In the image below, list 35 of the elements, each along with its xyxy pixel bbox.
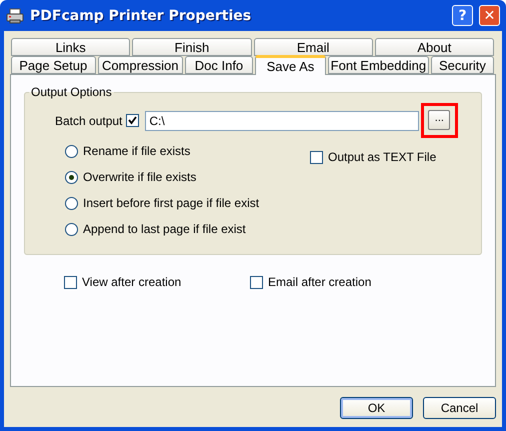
batch-output-checkbox[interactable] bbox=[126, 114, 140, 127]
radio-button[interactable] bbox=[65, 196, 78, 210]
output-path-field[interactable]: C:\ bbox=[145, 110, 420, 130]
ok-button[interactable]: OK bbox=[340, 397, 413, 419]
radio-button[interactable] bbox=[65, 170, 78, 184]
checkbox-label: View after creation bbox=[82, 275, 182, 289]
checkbox[interactable] bbox=[250, 276, 263, 288]
radio-button[interactable] bbox=[65, 222, 78, 236]
tab[interactable]: Security bbox=[430, 56, 494, 74]
printer-icon bbox=[6, 8, 24, 24]
tab[interactable]: Links bbox=[11, 38, 130, 56]
browse-button[interactable]: ... bbox=[428, 110, 450, 130]
radio-label: Insert before first page if file exist bbox=[83, 196, 260, 210]
close-button[interactable]: ✕ bbox=[479, 5, 500, 26]
radio-label: Rename if file exists bbox=[83, 144, 190, 158]
cancel-button[interactable]: Cancel bbox=[423, 397, 496, 419]
tab[interactable]: Email bbox=[254, 38, 373, 56]
radio-button[interactable] bbox=[65, 144, 78, 158]
checkbox[interactable] bbox=[310, 150, 323, 164]
window-title: PDFcamp Printer Properties bbox=[30, 8, 252, 24]
checkbox-label: Output as TEXT File bbox=[328, 150, 436, 164]
tab[interactable]: Finish bbox=[132, 38, 252, 56]
radio-label: Overwrite if file exists bbox=[83, 170, 196, 184]
tab[interactable]: Compression bbox=[98, 56, 183, 74]
tab[interactable]: About bbox=[374, 38, 494, 56]
checkbox-label: Email after creation bbox=[268, 275, 372, 289]
tab[interactable]: Doc Info bbox=[184, 56, 253, 74]
help-button[interactable]: ? bbox=[452, 5, 473, 26]
radio-label: Append to last page if file exist bbox=[83, 222, 246, 236]
checkbox[interactable] bbox=[64, 276, 77, 288]
tab[interactable]: Font Embedding bbox=[328, 56, 429, 74]
group-title: Output Options bbox=[30, 85, 113, 99]
tab[interactable]: Page Setup bbox=[11, 56, 96, 74]
batch-output-label: Batch output bbox=[55, 114, 122, 128]
tab[interactable]: Save As bbox=[254, 55, 326, 75]
